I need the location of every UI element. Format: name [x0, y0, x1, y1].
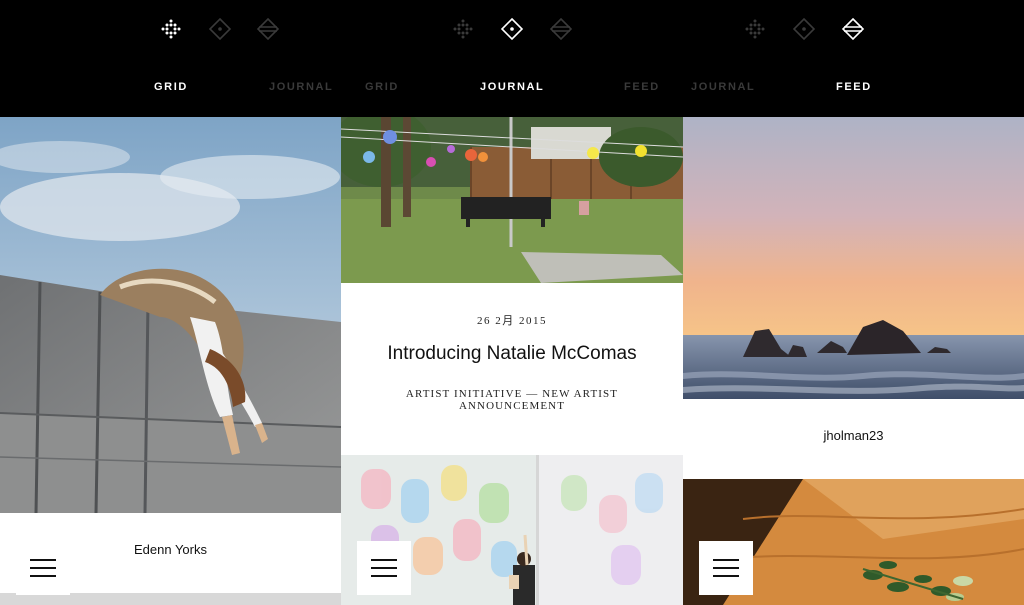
tab-journal[interactable]: JOURNAL: [480, 81, 544, 93]
hamburger-icon: [713, 559, 739, 577]
post-tags: ARTIST INITIATIVE — NEW ARTIST ANNOUNCEM…: [405, 388, 619, 412]
grid-dots-icon[interactable]: [743, 17, 767, 41]
diamond-dot-icon[interactable]: [208, 17, 232, 41]
grid-dots-icon[interactable]: [159, 17, 183, 41]
hamburger-icon: [371, 559, 397, 577]
diamond-dot-icon[interactable]: [500, 17, 524, 41]
hamburger-icon: [30, 559, 56, 577]
feed-image[interactable]: [683, 117, 1024, 399]
diamond-split-icon[interactable]: [256, 17, 280, 41]
diamond-split-icon[interactable]: [549, 17, 573, 41]
menu-button[interactable]: [357, 541, 411, 595]
diamond-dot-icon[interactable]: [792, 17, 816, 41]
tab-grid[interactable]: GRID: [154, 81, 188, 93]
grid-dots-icon[interactable]: [451, 17, 475, 41]
feed-username[interactable]: jholman23: [683, 428, 1024, 443]
tab-feed[interactable]: FEED: [624, 81, 660, 93]
journal-panel: 26 2月 2015 Introducing Natalie McComas A…: [341, 117, 683, 605]
tab-grid[interactable]: GRID: [365, 81, 399, 93]
feed-panel: jholman23: [683, 117, 1024, 605]
post-date: 26 2月 2015: [477, 315, 547, 327]
tab-journal[interactable]: JOURNAL: [691, 81, 755, 93]
diamond-split-icon[interactable]: [841, 17, 865, 41]
journal-image[interactable]: [341, 117, 683, 283]
tab-feed[interactable]: FEED: [836, 81, 872, 93]
grid-panel: Edenn Yorks: [0, 117, 341, 605]
tab-journal[interactable]: JOURNAL: [269, 81, 333, 93]
menu-button[interactable]: [699, 541, 753, 595]
top-navigation-bar: GRID JOURNAL GRID JOURNAL FEED JOURNAL F…: [0, 0, 1024, 117]
post-title[interactable]: Introducing Natalie McComas: [341, 343, 683, 365]
artwork-image[interactable]: [0, 117, 341, 513]
menu-button[interactable]: [16, 541, 70, 595]
